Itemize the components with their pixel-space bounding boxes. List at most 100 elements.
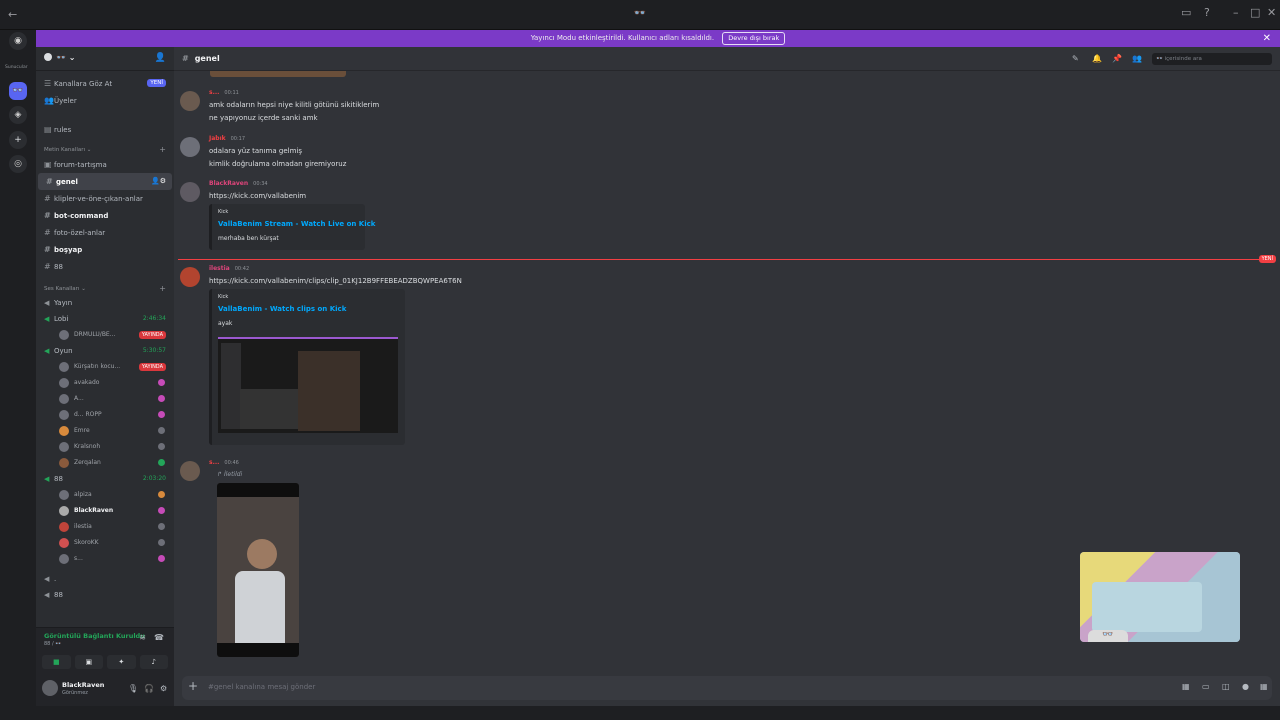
embed-title[interactable]: VallaBenim - Watch clips on Kick <box>218 305 346 313</box>
image-face <box>247 539 277 569</box>
message-link[interactable]: https://kick.com/vallabenim <box>209 192 306 200</box>
voice-user[interactable]: DRMULU/BE... YAYINDA <box>36 327 174 343</box>
message-composer[interactable]: + #genel kanalına mesaj gönder ▦ ▭ ◫ ● ▦ <box>182 676 1272 700</box>
voice-channel-88b[interactable]: ◀ 88 <box>36 587 174 603</box>
message-link[interactable]: https://kick.com/vallabenim/clips/clip_0… <box>209 277 462 285</box>
voice-user[interactable]: A... <box>36 391 174 407</box>
voice-channel-yayin[interactable]: ◀ Yayın <box>36 295 174 311</box>
message-text: amk odaların hepsi niye kilitli götünü s… <box>209 101 380 109</box>
threads-icon[interactable]: ✎ <box>1072 47 1079 71</box>
voice-user[interactable]: Emre <box>36 423 174 439</box>
avatar[interactable] <box>180 267 200 287</box>
avatar[interactable] <box>180 91 200 111</box>
disable-streamer-mode-button[interactable]: Devre dışı bırak <box>722 32 786 45</box>
server-icon[interactable]: ◈ <box>9 106 27 124</box>
forwarded-image[interactable] <box>217 483 299 657</box>
avatar[interactable] <box>180 182 200 202</box>
emoji-icon[interactable]: ● <box>1242 682 1249 691</box>
avatar <box>59 522 69 532</box>
server-header[interactable]: 👓 ⌄ 👤 <box>36 47 174 71</box>
message-author[interactable]: s... 00:11 <box>209 89 239 96</box>
help-icon[interactable]: ? <box>1204 6 1210 19</box>
channel-bot-command[interactable]: # bot-command <box>36 207 174 224</box>
voice-user[interactable]: alpiza <box>36 487 174 503</box>
noise-suppression-icon[interactable]: ≋ <box>139 633 146 642</box>
avatar[interactable] <box>42 680 58 696</box>
embed-thumbnail[interactable] <box>218 337 398 433</box>
voice-user-name: SkoroKK <box>74 539 99 546</box>
disconnect-icon[interactable]: ☎ <box>154 633 164 642</box>
voice-channel-lobi[interactable]: ◀ Lobi 2:46:34 <box>36 311 174 327</box>
settings-icon[interactable]: ⚙ <box>160 684 167 693</box>
channel-88[interactable]: #88 <box>36 258 174 275</box>
inbox-icon[interactable]: ▭ <box>1181 6 1191 19</box>
voice-user[interactable]: avakado <box>36 375 174 391</box>
voice-user[interactable]: BlackRaven <box>36 503 174 519</box>
discover-icon[interactable]: ◎ <box>9 155 27 173</box>
search-input[interactable]: 👓 içerisinde ara <box>1152 53 1272 65</box>
minimize-icon[interactable]: – <box>1233 6 1239 19</box>
composer-input[interactable]: #genel kanalına mesaj gönder <box>208 683 315 691</box>
activities-button[interactable]: ✦ <box>107 655 136 669</box>
channel-genel[interactable]: # genel 👤⚙ <box>38 173 172 190</box>
home-icon[interactable]: ◉ <box>9 32 27 50</box>
server-icon-active[interactable]: 👓 <box>9 82 27 100</box>
message-author[interactable]: BlackRaven 00:34 <box>209 180 268 187</box>
attach-icon[interactable]: + <box>188 679 198 693</box>
close-window-icon[interactable]: ✕ <box>1267 6 1276 19</box>
screen-share-button[interactable]: ▣ <box>74 655 103 669</box>
settings-icon[interactable]: 👤⚙ <box>151 173 166 190</box>
add-channel-icon[interactable]: + <box>159 284 166 293</box>
voice-channel-88[interactable]: ◀ 88 2:03:20 <box>36 471 174 487</box>
maximize-icon[interactable]: □ <box>1250 6 1260 19</box>
browse-channels[interactable]: ☰ Kanallara Göz At YENİ <box>36 75 174 92</box>
message: ilestia 00:42 https://kick.com/vallabenim… <box>180 265 780 445</box>
channel-forum[interactable]: ▣ forum-tartışma <box>36 156 174 173</box>
avatar[interactable] <box>180 461 200 481</box>
message-author[interactable]: ilestia 00:42 <box>209 265 249 272</box>
add-member-icon[interactable]: 👤 <box>155 53 166 63</box>
avatar <box>59 410 69 420</box>
channel-foto[interactable]: # foto-özel-anlar <box>36 224 174 241</box>
voice-category[interactable]: Ses Kanalları ⌄ + <box>36 281 174 295</box>
avatar <box>59 442 69 452</box>
headset-icon <box>158 523 165 530</box>
camera-button[interactable]: ■ <box>42 655 71 669</box>
text-category[interactable]: Metin Kanalları ⌄ + <box>36 142 174 156</box>
channel-rules[interactable]: ▤ rules <box>36 121 174 138</box>
members[interactable]: 👥Üyeler <box>36 92 174 109</box>
add-channel-icon[interactable]: + <box>159 145 166 154</box>
voice-user[interactable]: Kralsnoh <box>36 439 174 455</box>
message-author[interactable]: Jabık 00:17 <box>209 135 245 142</box>
apps-icon[interactable]: ▦ <box>1260 682 1268 691</box>
gift-icon[interactable]: ▦ <box>1182 682 1190 691</box>
voice-user[interactable]: Kürşatın kocu... YAYINDA <box>36 359 174 375</box>
add-server-icon[interactable]: + <box>9 131 27 149</box>
notification-icon[interactable]: 🔔 <box>1092 47 1102 71</box>
message-author[interactable]: s... 00:46 <box>209 459 239 466</box>
rules-icon: ▤ <box>44 125 52 134</box>
voice-user[interactable]: SkoroKK <box>36 535 174 551</box>
voice-user[interactable]: d... ROPP <box>36 407 174 423</box>
voice-user[interactable]: Zerqalan <box>36 455 174 471</box>
avatar[interactable] <box>180 137 200 157</box>
gif-icon[interactable]: ▭ <box>1202 682 1210 691</box>
forwarded-label: ↱ İletildi <box>217 471 242 478</box>
headphones-icon[interactable]: 🎧 <box>144 684 154 693</box>
microphone-icon[interactable]: 🎙 <box>128 684 138 693</box>
voice-user[interactable]: ilestia <box>36 519 174 535</box>
channel-klipler[interactable]: # klipler-ve-öne-çıkan-anlar <box>36 190 174 207</box>
embed-title[interactable]: VallaBenim Stream - Watch Live on Kick <box>218 220 375 228</box>
voice-channel-dot[interactable]: ◀. <box>36 571 174 587</box>
sticker-icon[interactable]: ◫ <box>1222 682 1230 691</box>
hash-icon: # <box>46 177 53 186</box>
user-panel: BlackRaven Görünmez 🎙 🎧 ⚙ <box>36 672 174 706</box>
close-icon[interactable]: ✕ <box>1263 30 1271 47</box>
voice-user[interactable]: s... <box>36 551 174 567</box>
soundboard-button[interactable]: ♪ <box>139 655 168 669</box>
channel-bosyap[interactable]: # boşyap <box>36 241 174 258</box>
member-list-icon[interactable]: 👥 <box>1132 47 1142 71</box>
picture-in-picture-video[interactable]: 👓 <box>1080 552 1240 642</box>
pin-icon[interactable]: 📌 <box>1112 47 1122 71</box>
voice-channel-oyun[interactable]: ◀ Oyun 5:30:57 <box>36 343 174 359</box>
